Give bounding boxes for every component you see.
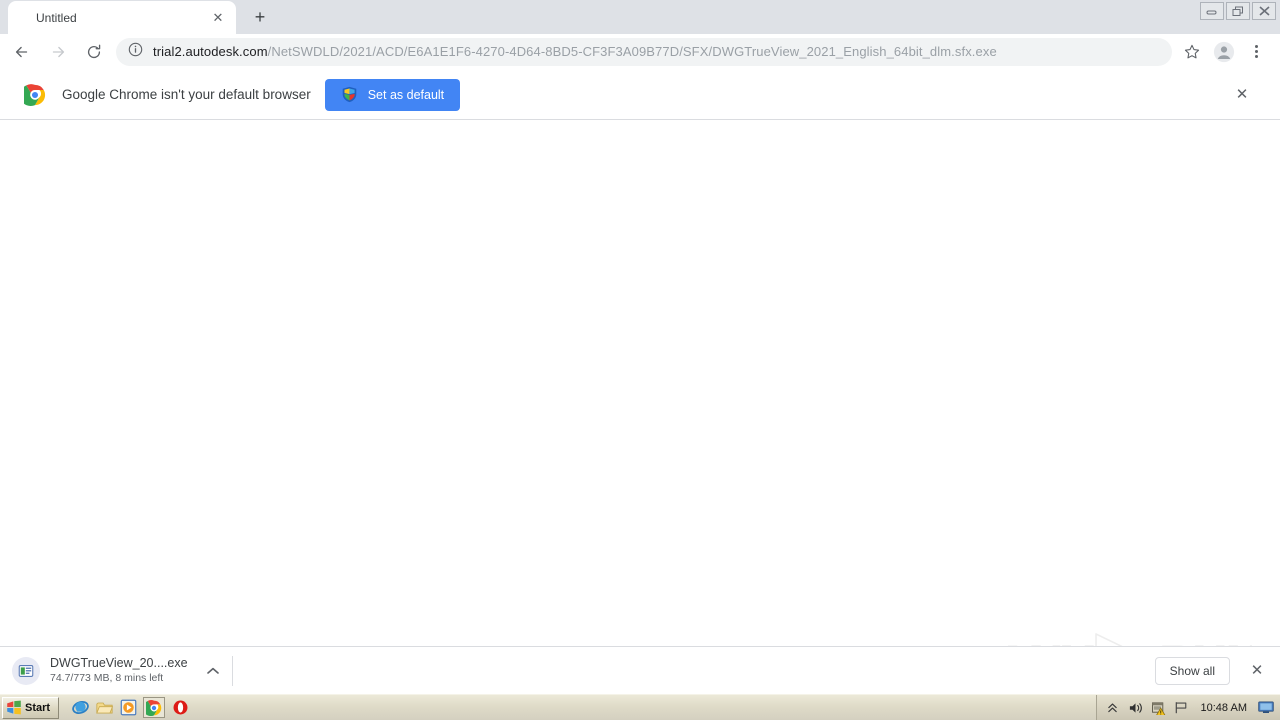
- arrow-left-icon: [15, 46, 28, 57]
- new-tab-button[interactable]: +: [246, 3, 274, 31]
- start-button[interactable]: Start: [2, 696, 60, 719]
- infobar-message: Google Chrome isn't your default browser: [62, 87, 311, 102]
- restore-button[interactable]: [1226, 2, 1250, 20]
- url-host: trial2.autodesk.com: [153, 44, 268, 59]
- file-explorer-icon[interactable]: [95, 699, 113, 717]
- arrow-right-icon: [52, 46, 65, 57]
- windows-taskbar: Start 10:48 AM: [0, 694, 1280, 720]
- browser-toolbar: trial2.autodesk.com/NetSWDLD/2021/ACD/E6…: [0, 34, 1280, 70]
- download-status: 74.7/773 MB, 8 mins left: [50, 672, 164, 684]
- download-shelf: DWGTrueView_20....exe 74.7/773 MB, 8 min…: [0, 646, 1280, 694]
- info-circle-icon[interactable]: [128, 42, 143, 62]
- close-icon[interactable]: ✕: [210, 10, 226, 26]
- restore-icon: [1232, 6, 1243, 16]
- reload-icon: [87, 44, 101, 58]
- set-as-default-label: Set as default: [367, 87, 445, 102]
- system-tray: 10:48 AM: [1095, 694, 1280, 720]
- star-icon: [1184, 44, 1200, 58]
- media-player-icon[interactable]: [119, 699, 137, 717]
- url-text: trial2.autodesk.com/NetSWDLD/2021/ACD/E6…: [153, 44, 997, 59]
- google-chrome-icon[interactable]: [143, 697, 166, 718]
- close-icon: [1258, 6, 1270, 16]
- show-all-downloads-button[interactable]: Show all: [1154, 656, 1230, 685]
- page-content: [0, 120, 1280, 645]
- close-button[interactable]: [1252, 2, 1276, 20]
- file-exe-icon: [12, 656, 40, 685]
- three-dots-icon: [1254, 45, 1258, 58]
- tab-title: Untitled: [36, 10, 77, 25]
- set-as-default-button[interactable]: Set as default: [324, 78, 461, 111]
- shelf-divider: [231, 655, 233, 686]
- windows-shield-icon: [342, 86, 357, 103]
- close-icon[interactable]: ✕: [1244, 658, 1270, 684]
- reload-button[interactable]: [80, 38, 108, 66]
- download-texts: DWGTrueView_20....exe 74.7/773 MB, 8 min…: [50, 656, 188, 685]
- download-filename: DWGTrueView_20....exe: [50, 656, 188, 670]
- default-browser-infobar: Google Chrome isn't your default browser…: [0, 70, 1280, 120]
- avatar-icon: [1213, 41, 1235, 62]
- window-controls: [1200, 2, 1276, 20]
- browser-window: Untitled ✕ + trial2.autodesk.com/NetSWDL…: [0, 0, 1280, 720]
- bookmark-button[interactable]: [1178, 38, 1206, 66]
- chrome-menu-button[interactable]: [1242, 38, 1270, 66]
- minimize-icon: [1206, 10, 1217, 15]
- windows-logo-icon: [7, 700, 21, 715]
- chevron-up-icon[interactable]: [202, 660, 224, 682]
- quick-launch-bar: [71, 697, 189, 718]
- show-desktop-icon[interactable]: [1258, 700, 1274, 716]
- minimize-button[interactable]: [1200, 2, 1224, 20]
- security-alert-icon[interactable]: [1151, 700, 1167, 716]
- start-label: Start: [25, 701, 51, 714]
- tab-strip: Untitled ✕ +: [0, 0, 1280, 34]
- network-icon[interactable]: [1174, 700, 1190, 716]
- back-button[interactable]: [8, 38, 36, 66]
- volume-icon[interactable]: [1128, 700, 1144, 716]
- internet-explorer-icon[interactable]: [71, 699, 89, 717]
- close-icon[interactable]: ✕: [1230, 83, 1254, 107]
- url-path: /NetSWDLD/2021/ACD/E6A1E1F6-4270-4D64-8B…: [267, 44, 997, 59]
- chrome-logo-icon: [19, 83, 46, 106]
- show-hidden-icons-button[interactable]: [1105, 700, 1121, 716]
- shelf-actions: Show all ✕: [1154, 656, 1280, 685]
- address-bar[interactable]: trial2.autodesk.com/NetSWDLD/2021/ACD/E6…: [116, 37, 1172, 66]
- clock[interactable]: 10:48 AM: [1201, 702, 1247, 714]
- opera-browser-icon[interactable]: [171, 699, 189, 717]
- profile-button[interactable]: [1210, 38, 1238, 66]
- browser-tab[interactable]: Untitled ✕: [8, 1, 236, 34]
- download-item[interactable]: DWGTrueView_20....exe 74.7/773 MB, 8 min…: [0, 651, 241, 691]
- forward-button[interactable]: [44, 38, 72, 66]
